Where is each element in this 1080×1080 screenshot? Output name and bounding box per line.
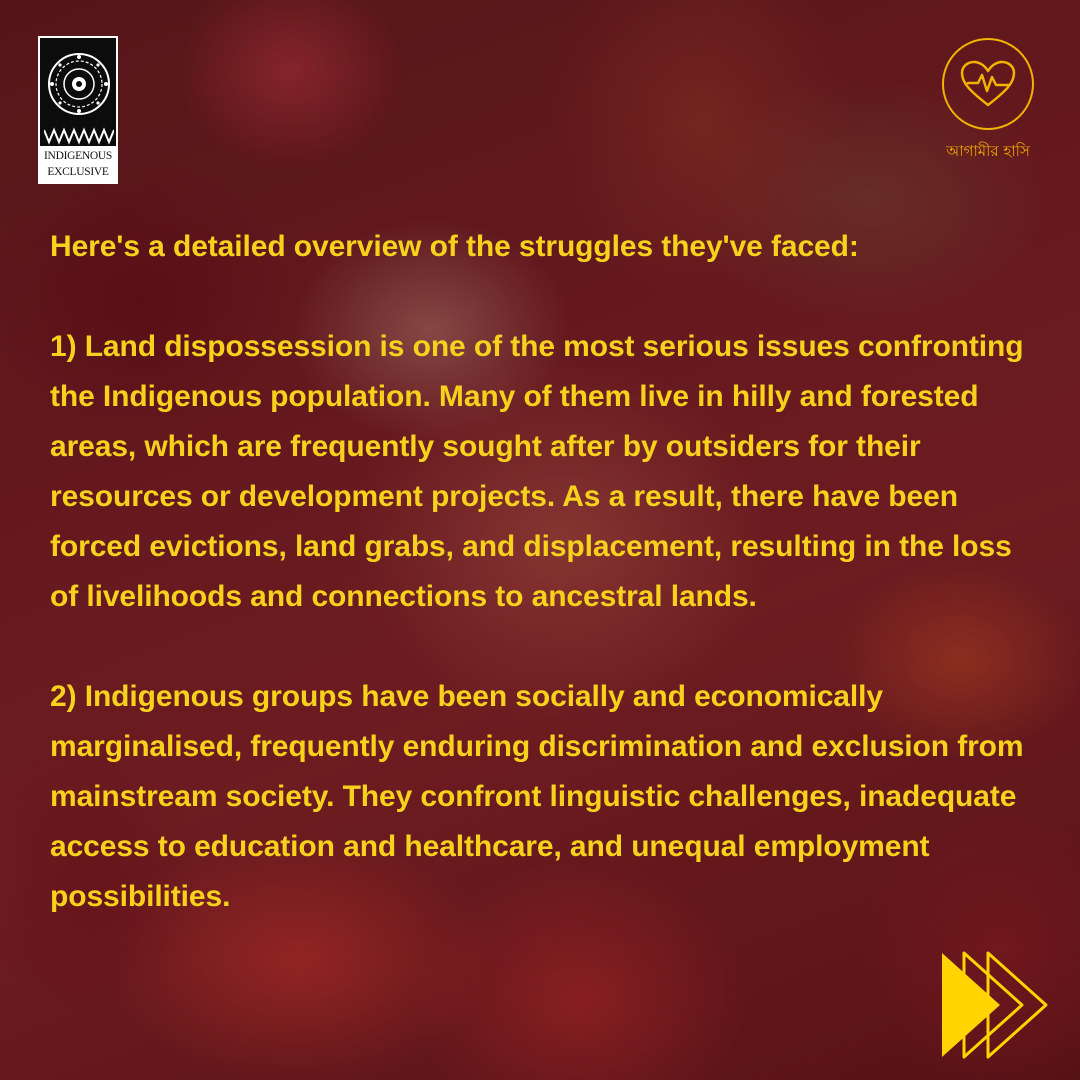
logo-text: INDIGENOUS EXCLUSIVE	[40, 146, 116, 182]
zigzag-pattern-icon	[44, 127, 114, 145]
tribal-pattern-icon	[48, 53, 110, 115]
fast-forward-arrows-icon[interactable]	[936, 950, 1066, 1060]
post-point-1: 1) Land dispossession is one of the most…	[50, 330, 1024, 613]
brand-name: আগামীর হাসি	[946, 142, 1030, 160]
post-point-2: 2) Indigenous groups have been socially …	[50, 680, 1024, 913]
brand-circle	[942, 38, 1034, 130]
indigenous-exclusive-logo: INDIGENOUS EXCLUSIVE	[38, 36, 118, 184]
logo-line-2: EXCLUSIVE	[47, 166, 109, 178]
heart-pulse-icon	[960, 60, 1016, 107]
post-body: Here's a detailed overview of the strugg…	[50, 222, 1040, 922]
logo-line-1: INDIGENOUS	[44, 150, 112, 162]
brand-logo: আগামীর হাসি	[928, 38, 1048, 165]
post-intro: Here's a detailed overview of the strugg…	[50, 230, 859, 263]
